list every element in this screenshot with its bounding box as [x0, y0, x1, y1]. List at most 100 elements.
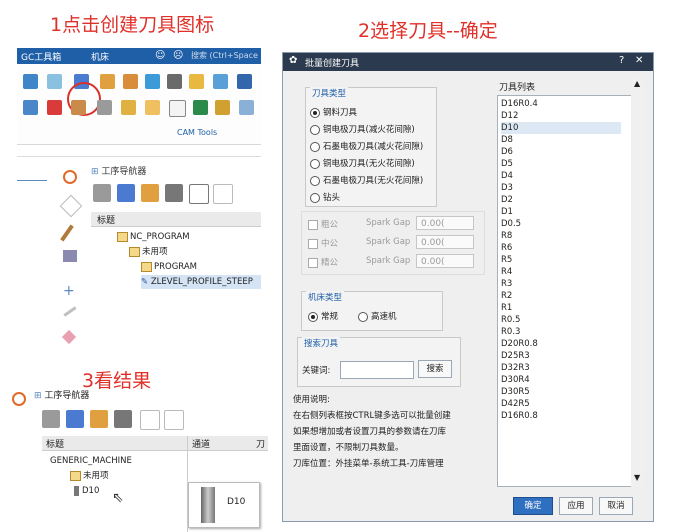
- add-icon[interactable]: [140, 410, 160, 430]
- ok-button[interactable]: 确定: [513, 497, 553, 515]
- tree-row[interactable]: D10: [74, 484, 99, 498]
- list-item[interactable]: D20R0.8: [501, 338, 538, 350]
- gear-icon[interactable]: [71, 100, 86, 115]
- document-icon[interactable]: [169, 100, 186, 117]
- scroll-down-icon[interactable]: ▼: [634, 473, 640, 482]
- list-item-selected[interactable]: D10: [501, 122, 621, 134]
- history-icon[interactable]: [12, 392, 26, 406]
- list-item[interactable]: D16R0.4: [501, 98, 538, 110]
- smile-icon[interactable]: ☺: [155, 50, 165, 61]
- list-item[interactable]: D5: [501, 158, 513, 170]
- method-icon[interactable]: [123, 74, 138, 89]
- list-item[interactable]: R3: [501, 278, 512, 290]
- radio-copper-nospark[interactable]: 铜电极刀具(无火花间隙): [310, 157, 415, 169]
- apply-button[interactable]: 应用: [559, 497, 593, 515]
- frown-icon[interactable]: ☹: [173, 50, 183, 61]
- line-icon[interactable]: [63, 306, 77, 317]
- tree-row[interactable]: 未用项: [129, 245, 168, 259]
- list-item[interactable]: R0.3: [501, 326, 520, 338]
- spark-gap-field[interactable]: 0.00(: [416, 254, 474, 268]
- list-item[interactable]: D1: [501, 206, 513, 218]
- keyword-input[interactable]: [340, 361, 414, 379]
- tree-row[interactable]: PROGRAM: [141, 260, 197, 274]
- list-item[interactable]: D2: [501, 194, 513, 206]
- radio-normal-machine[interactable]: 常规: [308, 310, 338, 322]
- spark-gap-field[interactable]: 0.00(: [416, 235, 474, 249]
- drill-icon[interactable]: [189, 74, 204, 89]
- tool-list-scrollbar[interactable]: ▲ ▼: [631, 77, 645, 487]
- report-icon[interactable]: [215, 100, 230, 115]
- path-icon[interactable]: [213, 74, 228, 89]
- checkbox-medium[interactable]: 中公: [308, 237, 338, 249]
- spark-gap-field[interactable]: 0.00(: [416, 216, 474, 230]
- scroll-up-icon[interactable]: ▲: [634, 79, 640, 88]
- list-item[interactable]: D25R3: [501, 350, 530, 362]
- tree-row-selected[interactable]: ✎ ZLEVEL_PROFILE_STEEP: [141, 275, 261, 289]
- tree-row[interactable]: NC_PROGRAM: [117, 230, 190, 244]
- list-item[interactable]: R0.5: [501, 314, 520, 326]
- delete-icon[interactable]: [213, 184, 233, 204]
- tab-gc-toolbox[interactable]: GC工具箱: [21, 50, 61, 63]
- tool-list[interactable]: D16R0.4 D12 D10 D8 D6 D5 D4 D3 D2 D1 D0.…: [497, 95, 633, 487]
- tab-machine[interactable]: 机床: [91, 50, 109, 63]
- history-icon[interactable]: [63, 170, 77, 184]
- close-button[interactable]: ✕: [635, 55, 643, 66]
- delete-icon[interactable]: [164, 410, 184, 430]
- cancel-button[interactable]: 取消: [599, 497, 633, 515]
- pencil-icon[interactable]: [121, 100, 136, 115]
- brush-icon[interactable]: [60, 224, 74, 242]
- help-button[interactable]: ?: [619, 55, 624, 66]
- search-button[interactable]: 搜索: [418, 360, 452, 378]
- list-item[interactable]: D16R0.8: [501, 410, 538, 422]
- eraser-icon[interactable]: [59, 194, 83, 218]
- list-item[interactable]: D4: [501, 170, 513, 182]
- add-icon[interactable]: [189, 184, 209, 204]
- radio-highspeed-machine[interactable]: 高速机: [358, 310, 397, 322]
- tool-icon[interactable]: [100, 74, 115, 89]
- geometry-view-icon[interactable]: [90, 410, 108, 428]
- program-view-icon[interactable]: [93, 184, 111, 202]
- plus-icon[interactable]: +: [63, 284, 77, 298]
- post-icon[interactable]: [237, 74, 252, 89]
- list-item[interactable]: R5: [501, 254, 512, 266]
- list-item[interactable]: R8: [501, 230, 512, 242]
- mill-icon[interactable]: [167, 74, 182, 89]
- tree-row[interactable]: 未用项: [70, 469, 109, 483]
- list-item[interactable]: D3: [501, 182, 513, 194]
- part-icon[interactable]: [63, 250, 77, 262]
- method-view-icon[interactable]: [165, 184, 183, 202]
- checkbox-fine[interactable]: 精公: [308, 256, 338, 268]
- diamond-icon[interactable]: [61, 329, 77, 345]
- text-icon[interactable]: [97, 100, 112, 115]
- list-item[interactable]: R1: [501, 302, 512, 314]
- program-view-icon[interactable]: [42, 410, 60, 428]
- machine-icon[interactable]: [23, 74, 38, 89]
- radio-graphite-spark[interactable]: 石墨电极刀具(减火花间隙): [310, 140, 423, 152]
- method-view-icon[interactable]: [114, 410, 132, 428]
- list-item[interactable]: D6: [501, 146, 513, 158]
- table-icon[interactable]: [47, 100, 62, 115]
- search-field[interactable]: 搜索 (Ctrl+Space: [191, 50, 258, 61]
- folder-icon[interactable]: [145, 100, 160, 115]
- list-item[interactable]: D32R3: [501, 362, 530, 374]
- list-item[interactable]: D0.5: [501, 218, 521, 230]
- operation-icon[interactable]: [145, 74, 160, 89]
- radio-drill[interactable]: 钻头: [310, 191, 340, 203]
- geometry-icon[interactable]: [47, 74, 62, 89]
- list-item[interactable]: D8: [501, 134, 513, 146]
- list-item[interactable]: R4: [501, 266, 512, 278]
- radio-copper-spark[interactable]: 铜电极刀具(减火花间隙): [310, 123, 415, 135]
- list-item[interactable]: D30R4: [501, 374, 530, 386]
- list-item[interactable]: R6: [501, 242, 512, 254]
- geometry-view-icon[interactable]: [141, 184, 159, 202]
- radio-steel-tool[interactable]: 钢料刀具: [310, 106, 357, 118]
- list-item[interactable]: D30R5: [501, 386, 530, 398]
- list-item[interactable]: D42R5: [501, 398, 530, 410]
- chart-icon[interactable]: [193, 100, 208, 115]
- machine-view-icon[interactable]: [66, 410, 84, 428]
- list-icon[interactable]: [23, 100, 38, 115]
- radio-graphite-nospark[interactable]: 石墨电极刀具(无火花间隙): [310, 174, 423, 186]
- list-item[interactable]: D12: [501, 110, 518, 122]
- tree-row[interactable]: GENERIC_MACHINE: [50, 454, 132, 468]
- list-item[interactable]: R2: [501, 290, 512, 302]
